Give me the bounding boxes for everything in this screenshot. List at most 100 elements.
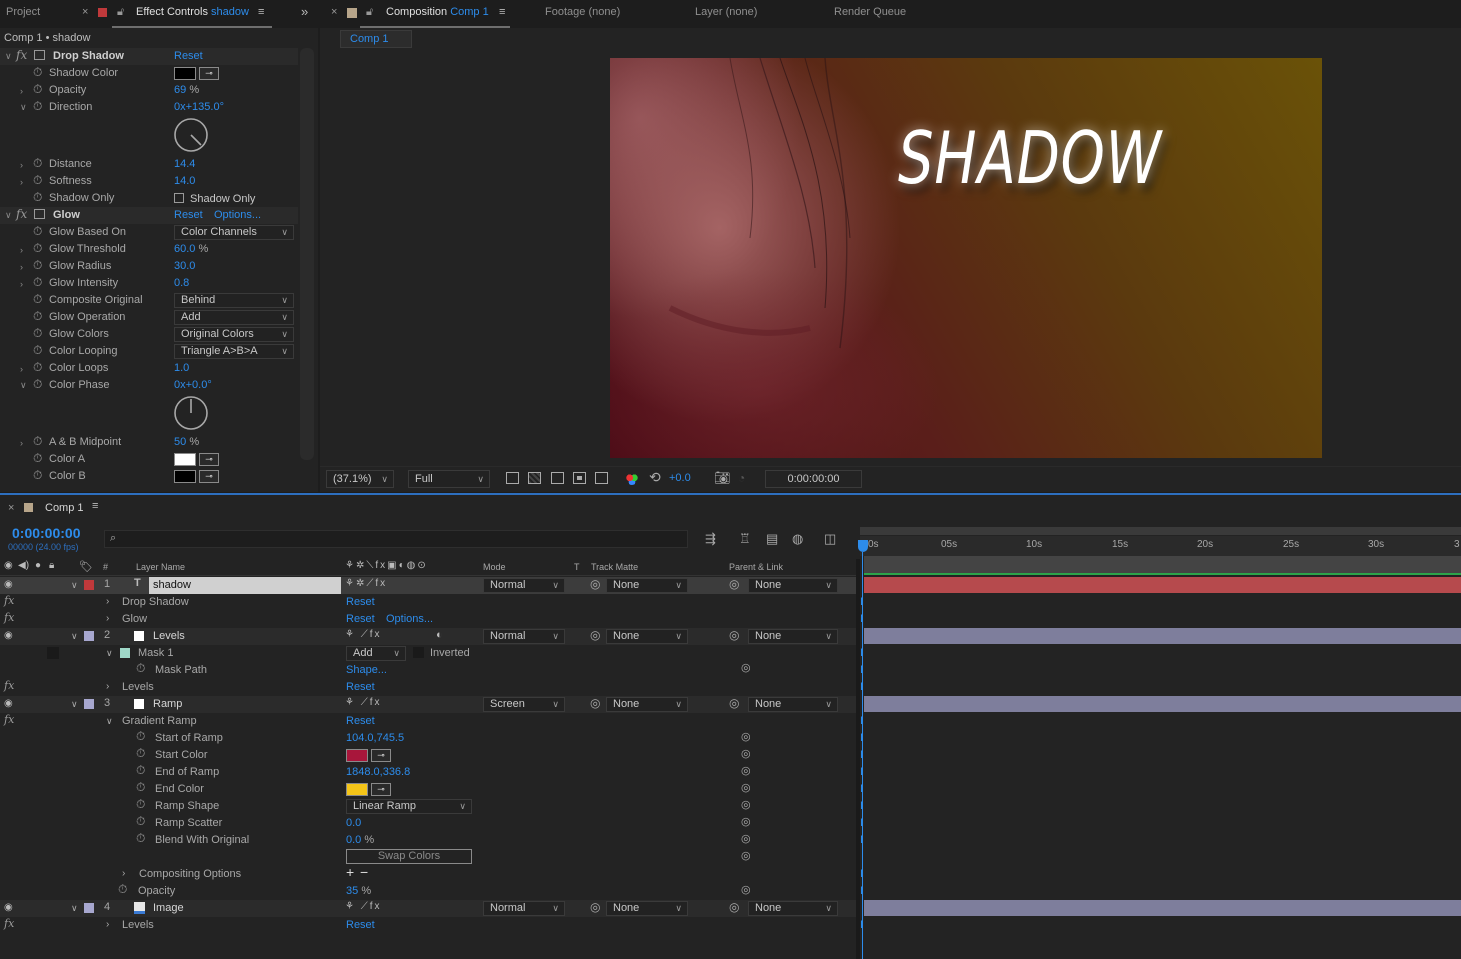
expression-pickwhip-icon[interactable]: ◎	[741, 849, 751, 862]
ec-prop-value[interactable]: 50 %	[174, 434, 199, 451]
direction-dial[interactable]	[172, 116, 210, 154]
expression-pickwhip-icon[interactable]: ◎	[741, 747, 751, 760]
layer-row[interactable]	[0, 628, 856, 645]
chevron-right-icon[interactable]: ›	[20, 86, 23, 96]
effect-row-label[interactable]: Glow	[122, 611, 147, 628]
layer-bar-ramp[interactable]	[864, 696, 1461, 712]
ec-reset-link[interactable]: Reset	[174, 48, 203, 65]
lock-icon[interactable]: 🔓︎	[366, 6, 373, 19]
panel-menu-icon[interactable]: ≡	[92, 500, 98, 512]
motion-blur-icon[interactable]: ◍	[792, 531, 803, 547]
effect-options-link[interactable]: Options...	[386, 611, 433, 628]
stopwatch-icon[interactable]: ⏱︎	[33, 434, 42, 449]
lock-icon[interactable]: 🔒︎	[49, 560, 54, 571]
tab-composition[interactable]: Composition Comp 1	[386, 6, 489, 18]
end-color-swatch[interactable]	[346, 783, 368, 796]
lock-icon[interactable]: 🔓︎	[117, 6, 124, 19]
stopwatch-icon[interactable]: ⏱︎	[33, 173, 42, 188]
effect-reset-link[interactable]: Reset	[346, 713, 375, 730]
ec-prop-value[interactable]: 69 %	[174, 82, 199, 99]
property-value[interactable]: 1848.0,336.8	[346, 764, 410, 781]
solo-icon[interactable]: ●	[35, 560, 41, 571]
property-value[interactable]: 0.0 %	[346, 832, 374, 849]
ec-scrollbar[interactable]	[300, 48, 314, 460]
layer-label-color[interactable]	[84, 580, 94, 590]
property-value[interactable]: 104.0,745.5	[346, 730, 404, 747]
expression-pickwhip-icon[interactable]: ◎	[741, 832, 751, 845]
effect-reset-link[interactable]: Reset	[346, 594, 375, 611]
stopwatch-icon[interactable]: ⏱︎	[136, 661, 145, 676]
stopwatch-icon[interactable]: ⏱︎	[136, 831, 145, 846]
expression-pickwhip-icon[interactable]: ◎	[741, 781, 751, 794]
effect-reset-link[interactable]: Reset	[346, 679, 375, 696]
mask-visibility-box[interactable]	[47, 647, 59, 659]
track-matte-dropdown[interactable]: None ∨	[606, 901, 688, 916]
chevron-down-icon[interactable]: ∨	[20, 102, 27, 113]
comp-viewer-frame[interactable]: SHADOW	[610, 58, 1322, 458]
layer-switches[interactable]: ⚘✲⟋fx	[345, 578, 387, 589]
region-of-interest-icon[interactable]	[573, 472, 586, 484]
layer-label-color[interactable]	[84, 699, 94, 709]
chevron-right-icon[interactable]: ›	[20, 160, 23, 170]
layer-name-field[interactable]: shadow	[149, 577, 341, 594]
effect-row-label[interactable]: Levels	[122, 679, 154, 696]
layer-bar-levels[interactable]	[864, 628, 1461, 644]
stopwatch-icon[interactable]: ⏱︎	[136, 763, 145, 778]
chevron-right-icon[interactable]: ›	[20, 438, 23, 448]
stopwatch-icon[interactable]: ⏱︎	[136, 729, 145, 744]
track-matte-dropdown[interactable]: None ∨	[606, 697, 688, 712]
stopwatch-icon[interactable]: ⏱︎	[136, 780, 145, 795]
track-matte-pickwhip-icon[interactable]: ◎	[590, 628, 600, 642]
property-value[interactable]: 35 %	[346, 883, 371, 900]
mask-color-swatch[interactable]	[120, 648, 130, 658]
effect-reset-link[interactable]: Reset	[346, 917, 375, 934]
current-time-display[interactable]: 0:00:00:00	[12, 525, 81, 541]
parent-pickwhip-icon[interactable]: ◎	[729, 696, 739, 710]
chevron-down-icon[interactable]: ∨	[71, 903, 78, 914]
fx-icon[interactable]: fx	[4, 594, 14, 607]
close-icon[interactable]: ×	[82, 6, 88, 18]
mask-mode-dropdown[interactable]: Add ∨	[346, 646, 406, 661]
panel-menu-icon[interactable]: ≡	[258, 6, 264, 18]
eye-icon[interactable]: ◉	[4, 560, 13, 571]
stopwatch-icon[interactable]: ⏱︎	[33, 360, 42, 375]
track-matte-dropdown[interactable]: None ∨	[606, 629, 688, 644]
ramp-shape-dropdown[interactable]: Linear Ramp ∨	[346, 799, 472, 814]
stopwatch-icon[interactable]: ⏱︎	[33, 82, 42, 97]
tab-render-queue[interactable]: Render Queue	[834, 6, 906, 18]
panel-menu-icon[interactable]: ≡	[499, 6, 505, 18]
fx-icon[interactable]: fx	[4, 611, 14, 624]
fx-icon[interactable]: fx	[4, 679, 14, 692]
chevron-down-icon[interactable]: ∨	[71, 699, 78, 710]
ec-options-link[interactable]: Options...	[214, 207, 261, 224]
chevron-right-icon[interactable]: ›	[106, 596, 109, 607]
chevron-down-icon[interactable]: ∨	[71, 580, 78, 591]
expression-pickwhip-icon[interactable]: ◎	[741, 764, 751, 777]
layer-row[interactable]	[0, 696, 856, 713]
graph-editor-icon[interactable]: ◫	[824, 531, 836, 547]
parent-pickwhip-icon[interactable]: ◎	[729, 628, 739, 642]
show-snapshot-icon[interactable]: ◔	[738, 471, 745, 485]
composite-original-dropdown[interactable]: Behind ∨	[174, 293, 294, 308]
zoom-dropdown[interactable]: (37.1%) ∨	[326, 470, 394, 488]
tab-project[interactable]: Project	[6, 6, 40, 18]
chevron-right-icon[interactable]: ›	[122, 868, 125, 879]
layer-switches[interactable]: ⚘ ⟋fx	[345, 901, 382, 912]
mode-dropdown[interactable]: Normal ∨	[483, 629, 565, 644]
shy-layers-icon[interactable]: ♖	[739, 531, 751, 547]
frame-blending-icon[interactable]: ▤	[766, 531, 778, 547]
mode-dropdown[interactable]: Normal ∨	[483, 901, 565, 916]
timeline-search-input[interactable]: ⌕	[104, 530, 688, 548]
glow-based-on-dropdown[interactable]: Color Channels ∨	[174, 225, 294, 240]
layer-bar-shadow[interactable]	[864, 577, 1461, 593]
chevron-right-icon[interactable]: ›	[20, 177, 23, 187]
layer-name[interactable]: Levels	[153, 628, 185, 645]
chevron-right-icon[interactable]: ›	[106, 613, 109, 624]
resolution-dropdown[interactable]: Full ∨	[408, 470, 490, 488]
shadow-only-checkbox[interactable]	[174, 193, 184, 203]
chevron-right-icon[interactable]: ›	[20, 279, 23, 289]
effect-row-label[interactable]: Gradient Ramp	[122, 713, 197, 730]
stopwatch-icon[interactable]: ⏱︎	[33, 451, 42, 466]
ec-prop-value[interactable]: 0x+135.0°	[174, 99, 224, 116]
effect-row-label[interactable]: Drop Shadow	[122, 594, 189, 611]
